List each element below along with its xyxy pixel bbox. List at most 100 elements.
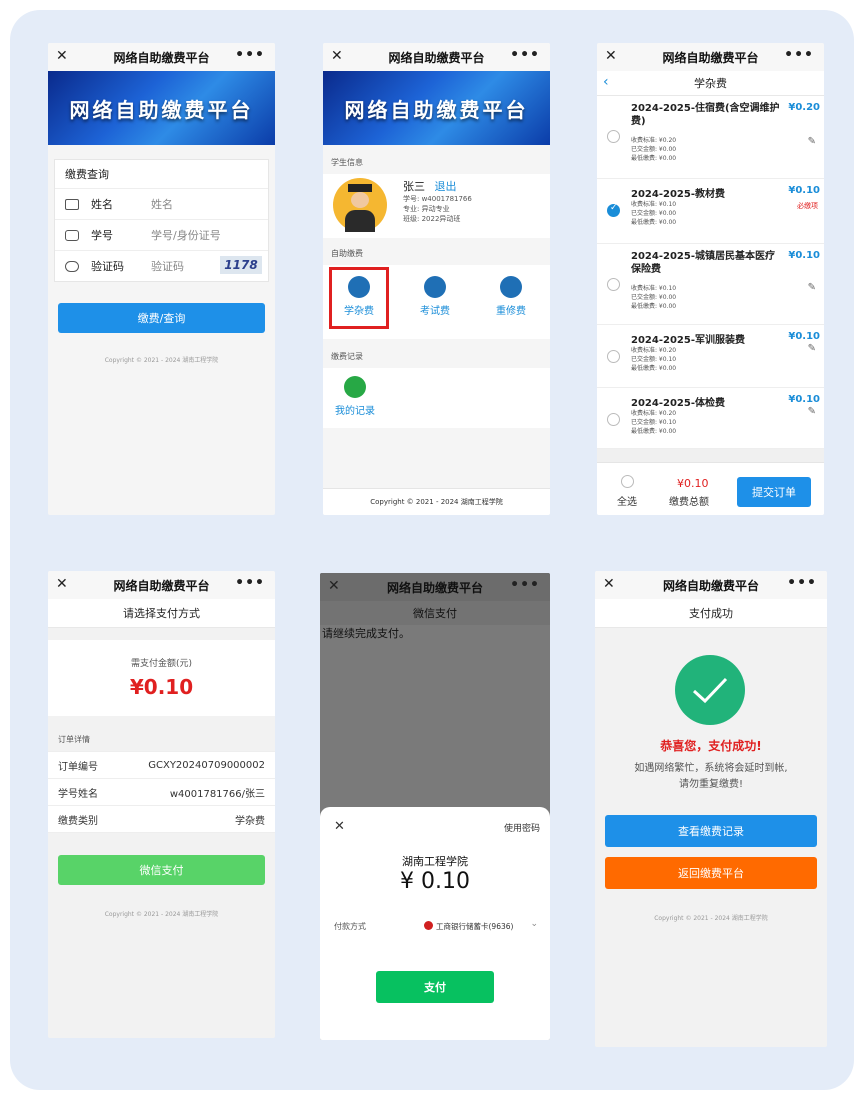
copyright: Copyright © 2021 - 2024 湖南工程学院 [104, 357, 219, 364]
id-input[interactable]: 学号/身份证号 [151, 227, 221, 243]
close-icon[interactable]: ✕ [605, 48, 617, 64]
fee-price: ¥0.10 [788, 185, 820, 196]
wechat-pay-button[interactable]: 微信支付 [58, 855, 265, 885]
student-class: 班级: 2022异动班 [403, 215, 461, 223]
detail-key: 订单编号 [58, 761, 98, 773]
fee-checkbox[interactable] [607, 278, 620, 291]
tile-tuition-label: 学杂费 [344, 306, 374, 317]
pay-button[interactable]: 支付 [376, 971, 494, 1003]
id-field[interactable]: 学号 学号/身份证号 [55, 219, 268, 250]
close-sheet-icon[interactable]: ✕ [334, 819, 345, 834]
student-section-title: 学生信息 [331, 158, 363, 167]
grad-cap-icon [348, 184, 372, 192]
merchant-name: 湖南工程学院 [402, 855, 468, 868]
edit-icon[interactable]: ✎ [808, 343, 816, 354]
books-icon [348, 276, 370, 298]
title-bar: ✕ 网络自助缴费平台 ••• [320, 573, 550, 601]
close-icon[interactable]: ✕ [56, 576, 68, 592]
records-card: 我的记录 [323, 368, 550, 428]
detail-key: 学号姓名 [58, 788, 98, 800]
screen-query: ✕ 网络自助缴费平台 ••• 网络自助缴费平台 缴费查询 姓名 姓名 学号 学号… [48, 43, 275, 515]
id-label: 学号 [91, 229, 113, 242]
more-icon[interactable]: ••• [787, 575, 817, 591]
my-records[interactable]: 我的记录 [335, 372, 375, 417]
chevron-down-icon[interactable]: ⌄ [530, 919, 538, 929]
fee-standard: 收费标准: ¥0.20 [631, 347, 677, 354]
close-icon[interactable]: ✕ [328, 578, 340, 594]
use-password-link[interactable]: 使用密码 [504, 821, 540, 834]
bank-icon [424, 921, 433, 930]
edit-icon[interactable]: ✎ [808, 136, 816, 147]
fee-paid: 已交金额: ¥0.00 [631, 146, 677, 153]
query-button[interactable]: 缴费/查询 [58, 303, 265, 333]
edit-icon[interactable]: ✎ [808, 282, 816, 293]
page-title: 支付成功 [689, 607, 733, 620]
sub-header: ‹ 学杂费 [597, 71, 824, 96]
more-icon[interactable]: ••• [784, 47, 814, 63]
back-arrow-icon[interactable]: ‹ [603, 74, 609, 90]
fee-checkbox[interactable] [607, 350, 620, 363]
more-icon[interactable]: ••• [235, 47, 265, 63]
footer: Copyright © 2021 - 2024 湖南工程学院 [323, 488, 550, 515]
captcha-image[interactable]: 1178 [220, 256, 262, 274]
select-all-label[interactable]: 全选 [617, 493, 637, 508]
banner-text: 网络自助缴费平台 [344, 97, 529, 122]
app-title: 网络自助缴费平台 [662, 578, 759, 593]
select-all-checkbox[interactable] [621, 475, 634, 488]
name-input[interactable]: 姓名 [151, 196, 173, 212]
close-icon[interactable]: ✕ [331, 48, 343, 64]
check-icon: ✓ [610, 203, 618, 213]
fee-paid: 已交金额: ¥0.10 [631, 419, 677, 426]
amount-value: ¥0.10 [129, 675, 194, 699]
fee-standard: 收费标准: ¥0.10 [631, 285, 677, 292]
banner-text: 网络自助缴费平台 [69, 97, 254, 122]
fee-item[interactable]: 2024-2025-军训服装费 ¥0.10 收费标准: ¥0.20 已交金额: … [597, 325, 824, 388]
close-icon[interactable]: ✕ [56, 48, 68, 64]
tile-retake[interactable]: 重修费 [481, 267, 541, 329]
captcha-label: 验证码 [91, 260, 124, 273]
fee-item[interactable]: 2024-2025-住宿费(含空调维护费) ¥0.20 收费标准: ¥0.20 … [597, 96, 824, 179]
logout-link[interactable]: 退出 [435, 180, 457, 193]
fee-checkbox[interactable] [607, 413, 620, 426]
id-card-icon [65, 198, 79, 210]
pay-sheet: ✕ 使用密码 湖南工程学院 ¥ 0.10 付款方式 工商银行储蓄卡(9636) … [320, 807, 550, 1040]
copyright: Copyright © 2021 - 2024 湖南工程学院 [370, 498, 503, 506]
continue-text: 请继续完成支付。 [322, 627, 410, 640]
fee-paid: 已交金额: ¥0.00 [631, 210, 677, 217]
tile-tuition[interactable]: 学杂费 [329, 267, 389, 329]
fee-item[interactable]: ✓ 2024-2025-教材费 ¥0.10 必缴项 收费标准: ¥0.10 已交… [597, 179, 824, 244]
details-section-title: 订单详情 [58, 735, 90, 744]
fee-min: 最低缴费: ¥0.00 [631, 155, 677, 162]
fee-checkbox[interactable] [607, 130, 620, 143]
more-icon[interactable]: ••• [510, 577, 540, 593]
fee-title: 2024-2025-军训服装费 [631, 335, 745, 346]
copyright: Copyright © 2021 - 2024 湖南工程学院 [654, 915, 768, 922]
view-records-button[interactable]: 查看缴费记录 [605, 815, 817, 847]
captcha-input[interactable]: 验证码 [151, 258, 184, 274]
method-value[interactable]: 工商银行储蓄卡(9636) [436, 921, 513, 932]
back-home-button[interactable]: 返回缴费平台 [605, 857, 817, 889]
captcha-field[interactable]: 验证码 验证码 1178 [55, 250, 268, 281]
fee-item[interactable]: 2024-2025-城镇居民基本医疗保险费 ¥0.10 收费标准: ¥0.10 … [597, 244, 824, 325]
name-field[interactable]: 姓名 姓名 [55, 188, 268, 219]
pay-amount: ¥ 0.10 [400, 869, 470, 894]
submit-order-button[interactable]: 提交订单 [737, 477, 811, 507]
fee-item[interactable]: 2024-2025-体检费 ¥0.10 收费标准: ¥0.20 已交金额: ¥0… [597, 388, 824, 449]
toggle-icon [65, 260, 79, 272]
more-icon[interactable]: ••• [235, 575, 265, 591]
fee-title: 2024-2025-城镇居民基本医疗保险费 [631, 251, 775, 275]
student-id: 学号: w4001781766 [403, 195, 472, 203]
title-bar: ✕ 网络自助缴费平台 ••• [323, 43, 550, 71]
more-icon[interactable]: ••• [510, 47, 540, 63]
tile-exam[interactable]: 考试费 [405, 267, 465, 329]
amount-card: 需支付金额(元) ¥0.10 [48, 640, 275, 716]
fee-price: ¥0.10 [788, 250, 820, 261]
fee-min: 最低缴费: ¥0.00 [631, 365, 677, 372]
close-icon[interactable]: ✕ [603, 576, 615, 592]
fee-tiles: 学杂费 考试费 重修费 [323, 265, 550, 339]
fee-title: 2024-2025-住宿费(含空调维护费) [631, 103, 780, 127]
edit-icon[interactable]: ✎ [808, 406, 816, 417]
detail-row: 订单编号 GCXY20240709000002 [48, 751, 275, 779]
detail-row: 学号姓名 w4001781766/张三 [48, 779, 275, 806]
record-book-icon [344, 376, 366, 398]
